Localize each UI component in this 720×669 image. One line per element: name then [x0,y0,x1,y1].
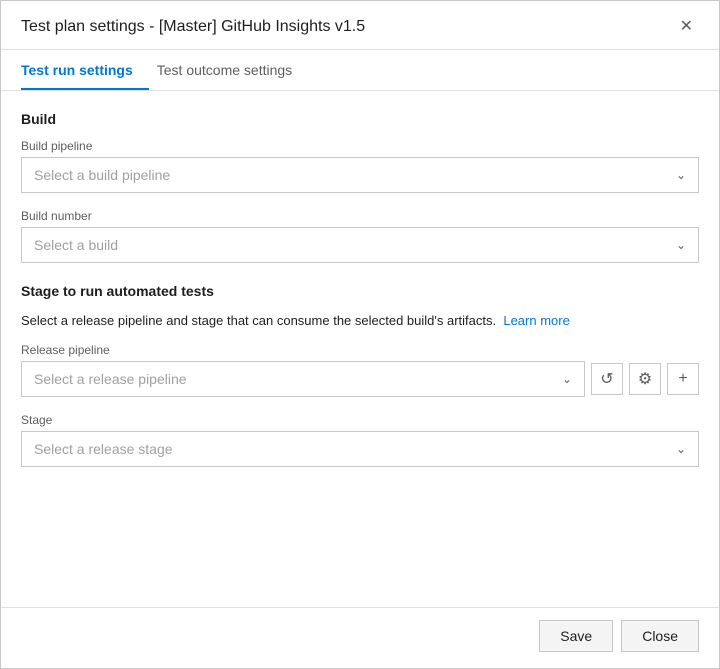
stage-chevron-icon: ⌄ [676,442,686,456]
release-pipeline-chevron-icon: ⌄ [562,372,572,386]
stage-description: Select a release pipeline and stage that… [21,311,699,331]
save-button[interactable]: Save [539,620,613,652]
dialog-footer: Save Close [1,607,719,668]
build-pipeline-label: Build pipeline [21,139,699,153]
stage-dropdown[interactable]: Select a release stage ⌄ [21,431,699,467]
build-number-field: Build number Select a build ⌄ [21,209,699,263]
stage-field: Stage Select a release stage ⌄ [21,413,699,467]
release-pipeline-placeholder: Select a release pipeline [34,371,187,387]
release-pipeline-dropdown[interactable]: Select a release pipeline ⌄ [21,361,585,397]
dialog-close-button[interactable]: ✕ [674,17,699,37]
stage-section-title: Stage to run automated tests [21,283,699,299]
build-number-chevron-icon: ⌄ [676,238,686,252]
build-pipeline-dropdown[interactable]: Select a build pipeline ⌄ [21,157,699,193]
dialog-body: Build Build pipeline Select a build pipe… [1,91,719,607]
add-icon: + [678,370,687,388]
release-pipeline-label: Release pipeline [21,343,699,357]
settings-button[interactable]: ⚙ [629,363,661,395]
close-button[interactable]: Close [621,620,699,652]
refresh-icon: ↺ [600,369,613,389]
build-number-dropdown[interactable]: Select a build ⌄ [21,227,699,263]
dialog-title: Test plan settings - [Master] GitHub Ins… [21,18,365,36]
stage-placeholder: Select a release stage [34,441,173,457]
stage-label: Stage [21,413,699,427]
gear-icon: ⚙ [638,369,652,389]
dialog: Test plan settings - [Master] GitHub Ins… [0,0,720,669]
tab-test-run-settings[interactable]: Test run settings [21,50,149,90]
refresh-button[interactable]: ↺ [591,363,623,395]
tabs-bar: Test run settings Test outcome settings [1,50,719,91]
build-pipeline-field: Build pipeline Select a build pipeline ⌄ [21,139,699,193]
build-number-placeholder: Select a build [34,237,118,253]
add-button[interactable]: + [667,363,699,395]
build-section-title: Build [21,111,699,127]
build-pipeline-chevron-icon: ⌄ [676,168,686,182]
release-pipeline-field: Release pipeline Select a release pipeli… [21,343,699,397]
stage-section: Stage to run automated tests Select a re… [21,283,699,467]
build-section: Build Build pipeline Select a build pipe… [21,111,699,263]
dialog-header: Test plan settings - [Master] GitHub Ins… [1,1,719,50]
tab-test-outcome-settings[interactable]: Test outcome settings [157,50,308,90]
build-pipeline-placeholder: Select a build pipeline [34,167,170,183]
learn-more-link[interactable]: Learn more [503,313,569,328]
build-number-label: Build number [21,209,699,223]
release-pipeline-row: Select a release pipeline ⌄ ↺ ⚙ + [21,361,699,397]
